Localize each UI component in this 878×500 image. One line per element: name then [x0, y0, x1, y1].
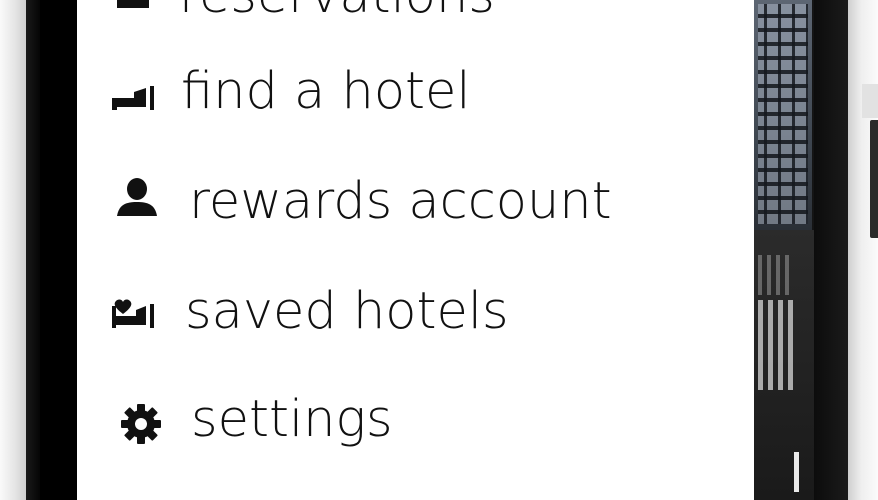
phone-left-rim	[0, 0, 26, 500]
building-lower-windows-upper	[758, 255, 794, 295]
phone-side-cap	[862, 84, 878, 118]
menu-item-find-hotel[interactable]: find a hotel	[77, 42, 754, 142]
building-light-post	[794, 452, 799, 492]
menu-item-label: reservations	[179, 0, 495, 21]
bed-heart-icon	[109, 288, 157, 336]
calendar-icon	[109, 0, 157, 16]
menu-item-label: saved hotels	[185, 282, 509, 341]
navigation-menu: reservations find a hotel rewards accoun…	[77, 0, 754, 500]
gear-icon	[117, 400, 165, 448]
screen-edge	[26, 0, 40, 500]
building-lower-windows	[758, 300, 798, 390]
menu-item-saved-hotels[interactable]: saved hotels	[77, 262, 754, 362]
building-dark-tower	[814, 0, 848, 500]
menu-item-label: settings	[191, 390, 393, 449]
menu-item-reservations[interactable]: reservations	[77, 0, 754, 42]
menu-item-label: rewards account	[189, 172, 612, 231]
bed-icon	[109, 72, 157, 120]
menu-item-label: find a hotel	[181, 62, 471, 121]
menu-item-settings[interactable]: settings	[77, 370, 754, 470]
building-windows	[758, 4, 808, 224]
user-icon	[113, 174, 161, 222]
phone-right-rim	[848, 0, 878, 500]
hotel-building-photo	[754, 0, 848, 500]
menu-item-rewards-account[interactable]: rewards account	[77, 152, 754, 252]
phone-side-button[interactable]	[870, 120, 878, 238]
